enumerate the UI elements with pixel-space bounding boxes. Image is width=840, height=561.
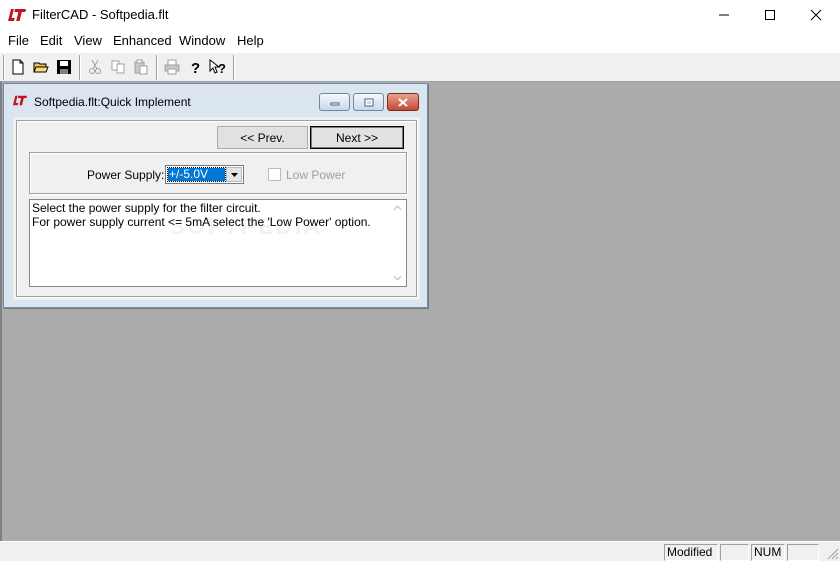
vertical-scrollbar[interactable]: [389, 200, 406, 286]
scroll-down-icon: [393, 275, 402, 281]
minimize-icon: [719, 14, 729, 16]
scroll-up-icon: [393, 205, 402, 211]
child-window-title: Softpedia.flt:Quick Implement: [34, 95, 191, 109]
paste-button[interactable]: [130, 56, 152, 78]
low-power-checkbox[interactable]: [268, 168, 281, 181]
status-caps: [720, 544, 749, 561]
window-title: FilterCAD - Softpedia.flt: [32, 7, 169, 22]
status-bar: Modified NUM: [0, 541, 840, 561]
power-supply-group: Power Supply: +/-5.0V Low Power: [29, 152, 407, 194]
toolbar-grip: [3, 55, 5, 80]
title-bar: FilterCAD - Softpedia.flt: [0, 0, 840, 30]
menu-bar: File Edit View Enhanced Window Help: [0, 30, 840, 50]
close-button[interactable]: [793, 0, 839, 30]
toolbar-separator: [233, 55, 235, 80]
menu-window[interactable]: Window: [179, 33, 225, 48]
minimize-icon: [330, 102, 339, 106]
child-minimize-button[interactable]: [319, 93, 350, 111]
quick-implement-window: Softpedia.flt:Quick Implement << Prev. N…: [3, 83, 428, 308]
status-scroll: [787, 544, 819, 561]
child-close-button[interactable]: [387, 93, 419, 111]
new-file-icon: [12, 59, 24, 75]
resize-grip-icon[interactable]: [826, 547, 839, 560]
next-button[interactable]: Next >>: [310, 126, 404, 149]
linear-technology-logo-icon: [8, 9, 26, 21]
dropdown-button[interactable]: [226, 167, 242, 182]
open-button[interactable]: [30, 56, 52, 78]
menu-enhanced[interactable]: Enhanced: [113, 33, 172, 48]
child-restore-button[interactable]: [353, 93, 384, 111]
chevron-down-icon: [230, 172, 238, 177]
maximize-button[interactable]: [747, 0, 793, 30]
cut-button[interactable]: [84, 56, 106, 78]
status-modified: Modified: [664, 544, 718, 561]
menu-edit[interactable]: Edit: [40, 33, 62, 48]
menu-file[interactable]: File: [8, 33, 29, 48]
low-power-label: Low Power: [286, 168, 346, 182]
new-button[interactable]: [7, 56, 29, 78]
paste-icon: [134, 59, 148, 75]
open-folder-icon: [33, 62, 49, 73]
child-title-bar[interactable]: Softpedia.flt:Quick Implement: [4, 84, 427, 114]
quick-implement-panel: << Prev. Next >> Power Supply: +/-5.0V L…: [13, 117, 420, 300]
linear-technology-logo-icon: [12, 95, 28, 106]
status-num: NUM: [751, 544, 785, 561]
power-supply-value: +/-5.0V: [167, 167, 226, 182]
copy-icon: [111, 60, 125, 74]
prev-button[interactable]: << Prev.: [217, 126, 308, 149]
context-help-button[interactable]: ?: [207, 56, 229, 78]
cut-icon: [89, 59, 101, 74]
svg-text:?: ?: [218, 61, 226, 75]
menu-help[interactable]: Help: [237, 33, 264, 48]
maximize-icon: [765, 10, 775, 20]
power-supply-label: Power Supply:: [87, 168, 165, 182]
info-text-box[interactable]: SOFTPEDIA Select the power supply for th…: [29, 199, 407, 287]
help-icon: ?: [191, 60, 200, 75]
info-line: Select the power supply for the filter c…: [32, 201, 261, 215]
help-button[interactable]: ?: [184, 56, 206, 78]
close-icon: [810, 9, 822, 21]
save-disk-icon: [57, 60, 71, 74]
minimize-button[interactable]: [701, 0, 747, 30]
restore-icon: [364, 98, 373, 106]
close-icon: [398, 97, 408, 107]
print-button[interactable]: [161, 56, 183, 78]
menu-view[interactable]: View: [74, 33, 102, 48]
copy-button[interactable]: [107, 56, 129, 78]
print-icon: [164, 59, 180, 75]
toolbar: ? ?: [0, 52, 840, 82]
toolbar-separator: [156, 55, 158, 80]
toolbar-separator: [79, 55, 81, 80]
power-supply-select[interactable]: +/-5.0V: [165, 165, 244, 184]
context-help-icon: ?: [209, 59, 226, 75]
save-button[interactable]: [53, 56, 75, 78]
svg-text:?: ?: [191, 60, 200, 75]
info-line: For power supply current <= 5mA select t…: [32, 215, 371, 229]
